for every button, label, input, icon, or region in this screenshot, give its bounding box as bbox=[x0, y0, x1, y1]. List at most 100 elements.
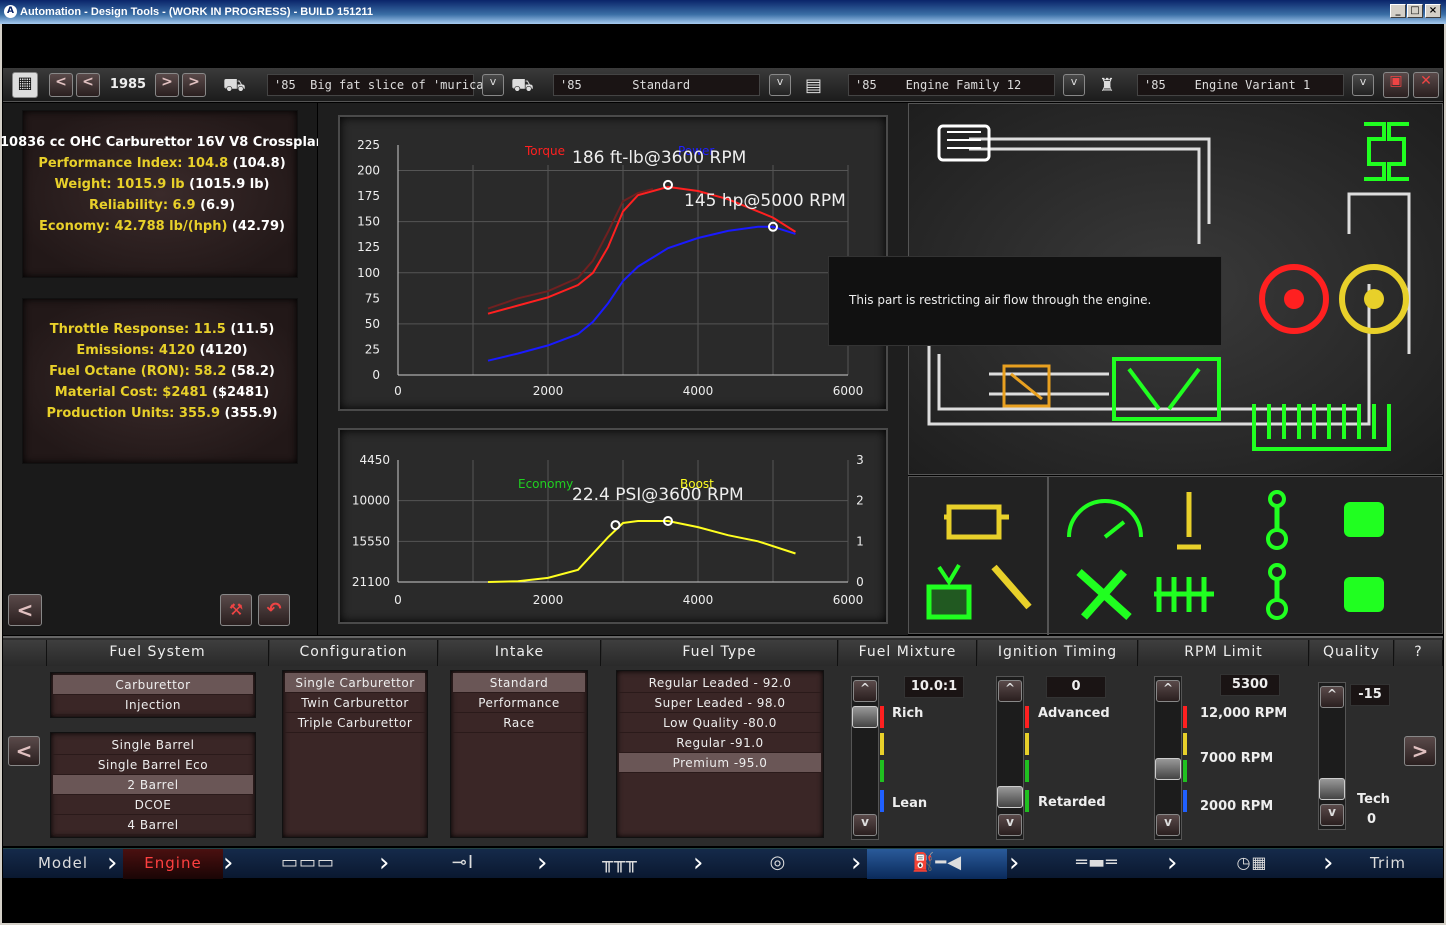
tab-engine[interactable]: Engine bbox=[123, 849, 223, 879]
exhaust-manifold-icon[interactable] bbox=[1364, 122, 1409, 181]
stat-label: Weight: 1015.9 lb bbox=[54, 177, 185, 192]
air-filter-icon[interactable] bbox=[937, 124, 991, 162]
list-item[interactable]: Single Barrel bbox=[53, 735, 253, 755]
list-item[interactable]: Single Carburettor bbox=[285, 673, 425, 693]
engine-check-icon[interactable] bbox=[944, 504, 1009, 540]
list-item[interactable]: 2 Barrel bbox=[53, 775, 253, 795]
calendar-icon[interactable]: ▦ bbox=[12, 72, 38, 98]
quality-down-button[interactable]: v bbox=[1320, 804, 1344, 826]
torque-annotation: 186 ft-lb@3600 RPM bbox=[572, 148, 746, 168]
tab-fuel-icon[interactable]: ⛽━◀ bbox=[867, 849, 1007, 879]
year-back-button[interactable]: < bbox=[76, 73, 100, 97]
config-prev-button[interactable]: < bbox=[8, 736, 40, 766]
stat-value: ($2481) bbox=[207, 385, 270, 400]
year-forward-fast-button[interactable]: > bbox=[182, 73, 206, 97]
quality-slider-knob[interactable] bbox=[1319, 778, 1345, 800]
stat-line: Reliability: 6.9 (6.9) bbox=[0, 195, 324, 216]
rpm-slider-knob[interactable] bbox=[1155, 758, 1181, 780]
valve-icon[interactable] bbox=[1177, 492, 1201, 550]
rpm-down-button[interactable]: v bbox=[1156, 814, 1180, 836]
engine-variant-select[interactable]: '85 Engine Variant 1 bbox=[1137, 74, 1344, 96]
list-item[interactable]: Regular Leaded - 92.0 bbox=[619, 673, 821, 693]
maximize-button[interactable]: □ bbox=[1407, 4, 1423, 18]
fuel-type-list: Regular Leaded - 92.0 Super Leaded - 98.0… bbox=[616, 670, 824, 838]
tab-dyno-icon[interactable]: ◷▦ bbox=[1187, 849, 1317, 879]
tech-label: Tech bbox=[1357, 792, 1390, 807]
list-item[interactable]: Premium -95.0 bbox=[619, 753, 821, 773]
tools-icon[interactable] bbox=[1076, 569, 1132, 620]
help-button[interactable]: ? bbox=[1395, 640, 1443, 666]
year-forward-button[interactable]: > bbox=[155, 73, 179, 97]
block-icon[interactable] bbox=[926, 563, 972, 620]
model-dropdown-button[interactable]: v bbox=[482, 74, 504, 96]
delete-icon[interactable]: ✕ bbox=[1413, 72, 1439, 98]
turbo-yellow-icon[interactable] bbox=[1339, 264, 1409, 334]
fuel-system-list: Carburettor Injection bbox=[50, 672, 256, 718]
tab-block-icon[interactable]: ▭▭▭ bbox=[243, 849, 373, 879]
spark-plug-icon[interactable] bbox=[991, 564, 1032, 610]
config-next-button[interactable]: > bbox=[1404, 736, 1436, 766]
list-item[interactable]: Triple Carburettor bbox=[285, 713, 425, 733]
family-dropdown-button[interactable]: v bbox=[1063, 74, 1085, 96]
tab-crank-icon[interactable]: ⊸I bbox=[398, 849, 528, 879]
x-tick-label: 4000 bbox=[683, 384, 714, 398]
list-item[interactable]: Single Barrel Eco bbox=[53, 755, 253, 775]
list-item[interactable]: Super Leaded - 98.0 bbox=[619, 693, 821, 713]
undo-icon[interactable]: ↶ bbox=[258, 594, 290, 626]
mixture-slider-knob[interactable] bbox=[852, 706, 878, 728]
timing-down-button[interactable]: v bbox=[998, 814, 1022, 836]
trim-dropdown-button[interactable]: v bbox=[769, 74, 791, 96]
list-item[interactable]: Low Quality -80.0 bbox=[619, 713, 821, 733]
reset-part-icon[interactable]: ⚒ bbox=[220, 594, 252, 626]
engine-family-select[interactable]: '85 Engine Family 12 bbox=[848, 74, 1055, 96]
back-button[interactable]: < bbox=[8, 594, 42, 626]
timing-up-button[interactable]: ^ bbox=[998, 680, 1022, 702]
tab-exhaust-icon[interactable]: ═▬═ bbox=[1027, 849, 1167, 879]
gauge-icon[interactable] bbox=[1067, 499, 1143, 539]
variant-dropdown-button[interactable]: v bbox=[1352, 74, 1374, 96]
rpm-up-button[interactable]: ^ bbox=[1156, 680, 1180, 702]
camshaft-icon[interactable] bbox=[1154, 577, 1214, 612]
list-item[interactable]: Regular -91.0 bbox=[619, 733, 821, 753]
save-icon[interactable]: ▣ bbox=[1383, 72, 1409, 98]
piston-icon[interactable] bbox=[1344, 502, 1384, 537]
mixture-up-button[interactable]: ^ bbox=[853, 680, 877, 702]
close-window-button[interactable]: × bbox=[1425, 4, 1441, 18]
list-item[interactable]: Twin Carburettor bbox=[285, 693, 425, 713]
carb-type-list: Single Barrel Single Barrel Eco 2 Barrel DC… bbox=[50, 732, 256, 838]
tab-turbo-icon[interactable]: ◎ bbox=[713, 849, 843, 879]
list-item[interactable]: 4 Barrel bbox=[53, 815, 253, 835]
rpm-low-label: 2000 RPM bbox=[1200, 799, 1274, 814]
crank-icon[interactable] bbox=[1266, 563, 1288, 620]
list-item[interactable]: Performance bbox=[453, 693, 585, 713]
power-chart: 0 25 50 75 100 125 150 175 200 225 0 2000 4000 6000 To… bbox=[338, 115, 888, 411]
list-item[interactable]: DCOE bbox=[53, 795, 253, 815]
throttle-body-icon[interactable] bbox=[1002, 364, 1051, 408]
timing-slider-knob[interactable] bbox=[997, 786, 1023, 808]
tab-model[interactable]: Model bbox=[23, 849, 103, 879]
year-back-fast-button[interactable]: < bbox=[49, 73, 73, 97]
model-select[interactable]: '85 Big fat slice of 'murica bbox=[267, 74, 484, 96]
economy-boost-chart-svg: 4450 10000 15550 21100 0 1 2 3 0 2000 4000 6000 Econ… bbox=[352, 453, 864, 607]
stat-line: Emissions: 4120 (4120) bbox=[0, 340, 324, 361]
chevron-icon: › bbox=[379, 848, 390, 878]
timing-retarded-label: Retarded bbox=[1038, 795, 1106, 810]
minimize-button[interactable]: _ bbox=[1390, 4, 1406, 18]
piston-2-icon[interactable] bbox=[1344, 577, 1384, 612]
top-toolbar: ▦ < < 1985 > > ⛟ '85 Big fat slice of 'm… bbox=[3, 68, 1443, 102]
timing-bar-green bbox=[1025, 760, 1029, 782]
tab-valvetrain-icon[interactable]: ╥╥╥ bbox=[555, 849, 685, 879]
list-item[interactable]: Race bbox=[453, 713, 585, 733]
list-item[interactable]: Standard bbox=[453, 673, 585, 693]
conrod-icon[interactable] bbox=[1266, 490, 1288, 550]
timing-value: 0 bbox=[1046, 676, 1106, 698]
list-item[interactable]: Injection bbox=[53, 695, 253, 715]
list-item[interactable]: Carburettor bbox=[53, 675, 253, 695]
turbo-red-icon[interactable] bbox=[1259, 264, 1329, 334]
stats-bottom-list: Throttle Response: 11.5 (11.5) Emissions:… bbox=[0, 319, 324, 424]
mixture-down-button[interactable]: v bbox=[853, 814, 877, 836]
quality-up-button[interactable]: ^ bbox=[1320, 686, 1344, 708]
tab-trim[interactable]: Trim bbox=[1343, 849, 1433, 879]
trim-select[interactable]: '85 Standard bbox=[553, 74, 760, 96]
stat-value: (58.2) bbox=[226, 364, 275, 379]
